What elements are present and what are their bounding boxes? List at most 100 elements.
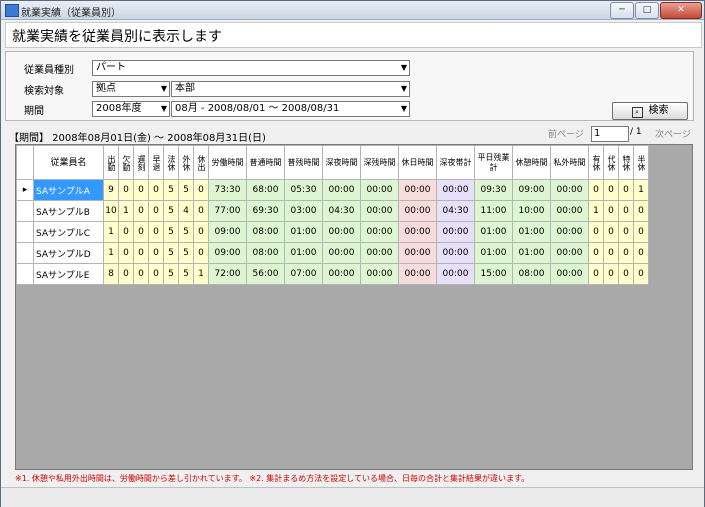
table-cell[interactable]: 00:00	[360, 200, 399, 222]
table-cell[interactable]: 5	[163, 263, 179, 285]
results-grid[interactable]: 従業員名 出勤 欠勤 遅刻 早退 法休 外休 休出 労働時間 普通時間 普残時間 深夜時間 深残時間 休日…	[15, 144, 693, 470]
table-cell[interactable]: 00:00	[436, 179, 475, 201]
table-cell[interactable]: 00:00	[398, 263, 437, 285]
table-row[interactable]: SAサンプルB 10 1 0 0 5 4 0 77:00 69:30 03:00 04:30 00:00…	[16, 200, 649, 222]
column-header[interactable]: 平日残業計	[474, 145, 513, 180]
table-cell[interactable]: 56:00	[246, 263, 285, 285]
table-cell[interactable]: 1	[193, 263, 209, 285]
prev-page-link[interactable]: 前ページ	[548, 127, 584, 140]
column-header[interactable]: 普通時間	[246, 145, 285, 180]
table-cell[interactable]: 72:00	[208, 263, 247, 285]
table-cell[interactable]: 00:00	[398, 242, 437, 264]
period-year-select[interactable]: 2008年度 ▼	[92, 101, 170, 117]
table-cell[interactable]: 09:00	[208, 242, 247, 264]
column-header[interactable]: 早退	[148, 145, 164, 180]
column-header[interactable]: 外休	[178, 145, 194, 180]
row-selector[interactable]	[16, 200, 34, 222]
page-number-input[interactable]: 1	[591, 126, 629, 142]
table-cell[interactable]: 5	[163, 179, 179, 201]
table-cell[interactable]: 01:00	[284, 242, 323, 264]
table-cell[interactable]: 1	[118, 200, 134, 222]
table-cell[interactable]: 01:00	[474, 221, 513, 243]
table-cell[interactable]: 68:00	[246, 179, 285, 201]
column-header[interactable]: 普残時間	[284, 145, 323, 180]
employee-name-cell[interactable]: SAサンプルD	[33, 242, 104, 264]
column-header[interactable]: 欠勤	[118, 145, 134, 180]
table-cell[interactable]: 77:00	[208, 200, 247, 222]
table-cell[interactable]: 0	[603, 263, 619, 285]
table-cell[interactable]: 0	[148, 179, 164, 201]
close-button[interactable]: ✕	[660, 2, 702, 19]
table-cell[interactable]: 00:00	[550, 263, 589, 285]
table-cell[interactable]: 0	[618, 221, 634, 243]
table-cell[interactable]: 1	[103, 221, 119, 243]
table-cell[interactable]: 00:00	[436, 263, 475, 285]
table-cell[interactable]: 07:00	[284, 263, 323, 285]
search-target-type-select[interactable]: 拠点 ▼	[92, 81, 170, 97]
table-cell[interactable]: 08:00	[246, 221, 285, 243]
table-cell[interactable]: 10:00	[512, 200, 551, 222]
table-cell[interactable]: 09:00	[208, 221, 247, 243]
column-header[interactable]: 休憩時間	[512, 145, 551, 180]
period-month-select[interactable]: 08月 - 2008/08/01 ～ 2008/08/31 ▼	[171, 101, 410, 117]
table-cell[interactable]: 08:00	[512, 263, 551, 285]
table-cell[interactable]: 00:00	[550, 242, 589, 264]
table-cell[interactable]: 00:00	[360, 263, 399, 285]
table-cell[interactable]: 05:30	[284, 179, 323, 201]
row-selector[interactable]	[16, 242, 34, 264]
table-cell[interactable]: 5	[178, 242, 194, 264]
table-cell[interactable]: 00:00	[550, 179, 589, 201]
column-header[interactable]: 従業員名	[33, 145, 104, 180]
table-row[interactable]: ▸ SAサンプルA 9 0 0 0 5 5 0 73:30 68:00 05:30 00:00 00:00…	[16, 179, 649, 201]
table-cell[interactable]: 0	[618, 200, 634, 222]
column-header[interactable]: 法休	[163, 145, 179, 180]
table-cell[interactable]: 5	[163, 200, 179, 222]
search-target-select[interactable]: 本部 ▼	[171, 81, 410, 97]
table-cell[interactable]: 00:00	[436, 242, 475, 264]
table-row[interactable]: SAサンプルC 1 0 0 0 5 5 0 09:00 08:00 01:00 00:00 00:00 0…	[16, 221, 649, 243]
table-cell[interactable]: 0	[148, 242, 164, 264]
table-cell[interactable]: 00:00	[360, 179, 399, 201]
table-cell[interactable]: 00:00	[550, 221, 589, 243]
table-cell[interactable]: 00:00	[322, 263, 361, 285]
table-cell[interactable]: 0	[618, 263, 634, 285]
column-header[interactable]: 出勤	[103, 145, 119, 180]
table-cell[interactable]: 0	[148, 221, 164, 243]
table-cell[interactable]: 0	[193, 242, 209, 264]
table-cell[interactable]: 0	[133, 263, 149, 285]
row-selector[interactable]	[16, 221, 34, 243]
table-cell[interactable]: 0	[118, 179, 134, 201]
column-header[interactable]: 私外時間	[550, 145, 589, 180]
table-cell[interactable]: 0	[603, 242, 619, 264]
table-cell[interactable]: 00:00	[398, 200, 437, 222]
table-cell[interactable]: 01:00	[512, 242, 551, 264]
table-cell[interactable]: 0	[633, 200, 649, 222]
table-cell[interactable]: 00:00	[360, 221, 399, 243]
table-cell[interactable]: 01:00	[474, 242, 513, 264]
table-row[interactable]: SAサンプルE 8 0 0 0 5 5 1 72:00 56:00 07:00 00:00 00:00 0…	[16, 263, 649, 285]
column-header[interactable]: 半休	[633, 145, 649, 180]
table-cell[interactable]: 00:00	[322, 221, 361, 243]
table-cell[interactable]: 0	[633, 263, 649, 285]
table-cell[interactable]: 00:00	[550, 200, 589, 222]
table-cell[interactable]: 0	[133, 200, 149, 222]
column-header[interactable]: 有休	[588, 145, 604, 180]
table-cell[interactable]: 9	[103, 179, 119, 201]
column-header[interactable]: 深夜帯計	[436, 145, 475, 180]
column-header[interactable]: 特休	[618, 145, 634, 180]
table-cell[interactable]: 0	[618, 242, 634, 264]
column-header[interactable]: 遅刻	[133, 145, 149, 180]
table-cell[interactable]: 73:30	[208, 179, 247, 201]
table-cell[interactable]: 08:00	[246, 242, 285, 264]
table-cell[interactable]: 5	[178, 179, 194, 201]
table-cell[interactable]: 03:00	[284, 200, 323, 222]
table-cell[interactable]: 0	[148, 263, 164, 285]
employee-name-cell[interactable]: SAサンプルE	[33, 263, 104, 285]
table-cell[interactable]: 00:00	[398, 221, 437, 243]
table-cell[interactable]: 0	[133, 242, 149, 264]
table-cell[interactable]: 0	[133, 179, 149, 201]
table-cell[interactable]: 00:00	[322, 179, 361, 201]
employee-name-cell[interactable]: SAサンプルC	[33, 221, 104, 243]
table-cell[interactable]: 4	[178, 200, 194, 222]
table-cell[interactable]: 09:30	[474, 179, 513, 201]
